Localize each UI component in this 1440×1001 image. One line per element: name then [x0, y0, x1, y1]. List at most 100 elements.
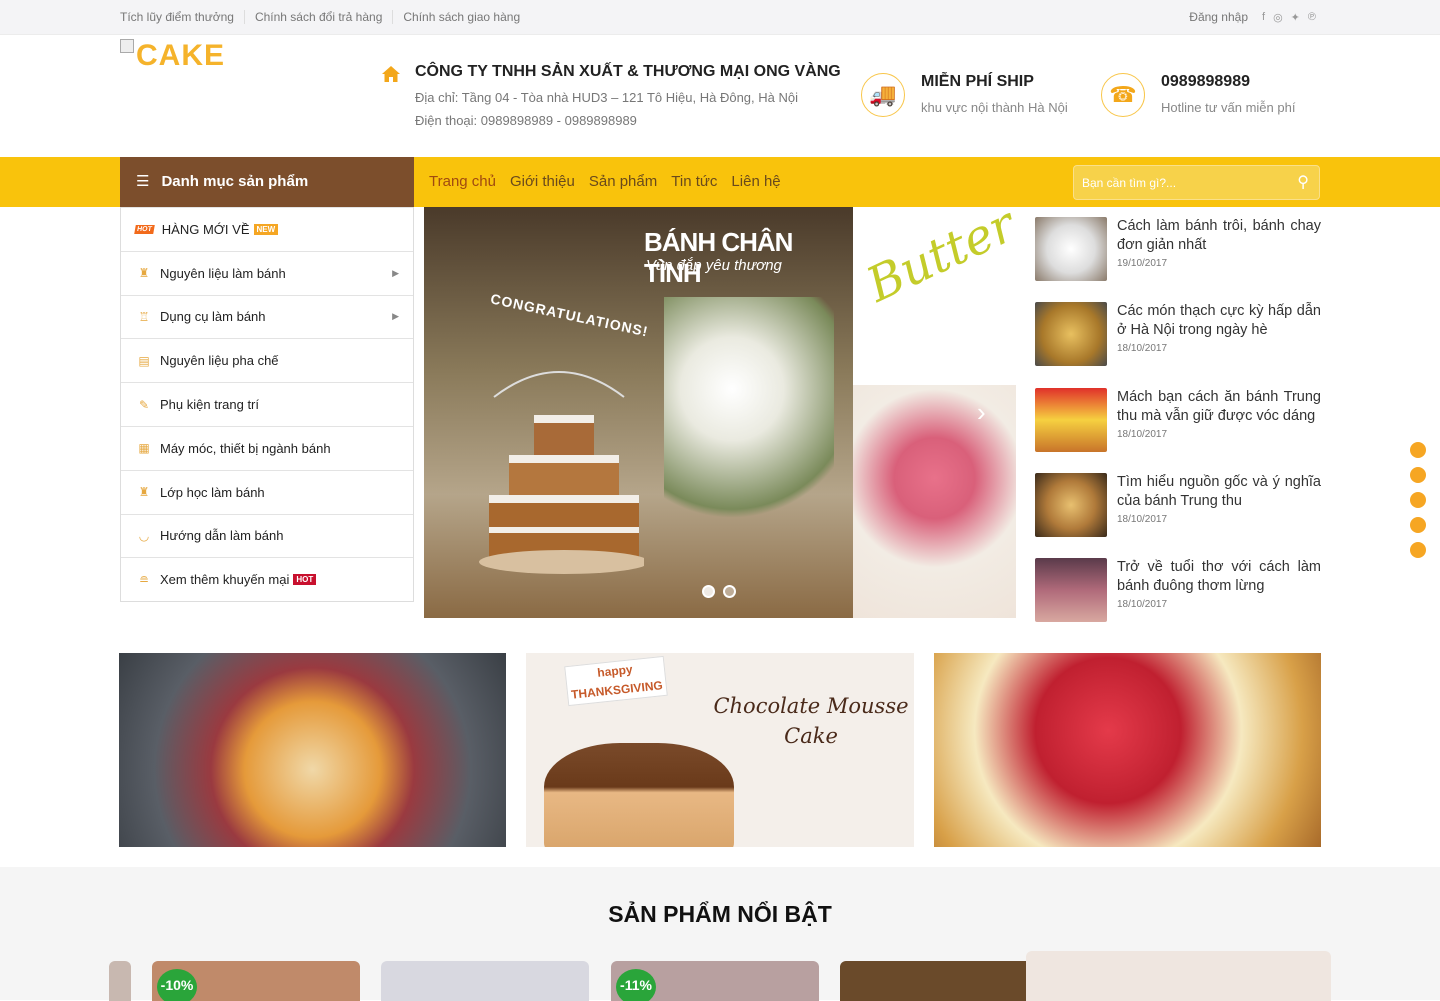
- twitter-icon[interactable]: ✦: [1291, 11, 1300, 24]
- category-item-new-arrivals[interactable]: HOT HÀNG MỚI VỀ NEW: [121, 207, 413, 251]
- category-item-machines[interactable]: ▦ Máy móc, thiết bị ngành bánh: [121, 425, 413, 470]
- news-title[interactable]: Cách làm bánh trôi, bánh chay đơn giản n…: [1117, 217, 1321, 255]
- hot-tag-icon: HOT: [134, 224, 155, 234]
- link-shipping-policy[interactable]: Chính sách giao hàng: [403, 10, 530, 24]
- thanksgiving-sign: happy THANKSGIVING: [564, 655, 668, 707]
- mousse-cake-image: [544, 743, 734, 847]
- product-card[interactable]: [840, 961, 1048, 1001]
- news-item[interactable]: Trở về tuổi thơ với cách làm bánh đuông …: [1035, 553, 1321, 623]
- news-thumbnail[interactable]: [1035, 473, 1107, 537]
- sale-badge: -10%: [157, 969, 197, 1001]
- hero-slider[interactable]: BÁNH CHÂN TÌNH Vun đắp yêu thương CONGRA…: [424, 207, 1016, 618]
- company-name: CÔNG TY TNHH SẢN XUẤT & THƯƠNG MẠI ONG V…: [415, 63, 841, 80]
- section-dot[interactable]: [1410, 442, 1426, 458]
- logo-text: CAKE: [136, 39, 226, 72]
- login-link[interactable]: Đăng nhập: [1189, 10, 1248, 24]
- news-title[interactable]: Tìm hiểu nguồn gốc và ý nghĩa của bánh T…: [1117, 473, 1321, 511]
- product-card-hover[interactable]: [1026, 951, 1331, 1001]
- section-dot[interactable]: [1410, 517, 1426, 533]
- site-header: CAKE CÔNG TY TNHH SẢN XUẤT & THƯƠNG MẠI …: [0, 35, 1440, 157]
- category-item-decorations[interactable]: ✎ Phụ kiện trang trí: [121, 382, 413, 426]
- product-card-partial[interactable]: [109, 961, 131, 1001]
- search-box: ⚲: [1073, 165, 1320, 200]
- category-menu-button[interactable]: ☰ Danh mục sản phẩm: [120, 157, 414, 207]
- banner-carrot-cake[interactable]: [119, 653, 506, 847]
- banner-title: Chocolate Mousse Cake: [713, 694, 909, 748]
- news-date: 18/10/2017: [1117, 514, 1168, 525]
- slide-subtitle: Vun đắp yêu thương: [646, 257, 782, 274]
- sale-badge: -11%: [616, 969, 656, 1001]
- home-icon: [382, 66, 400, 82]
- chevron-right-icon: ▶: [392, 267, 399, 278]
- news-title[interactable]: Các món thạch cực kỳ hấp dẫn ở Hà Nội tr…: [1117, 302, 1321, 340]
- search-icon[interactable]: ⚲: [1297, 172, 1309, 192]
- company-address: Địa chỉ: Tầng 04 - Tòa nhà HUD3 – 121 Tô…: [415, 90, 798, 105]
- product-card[interactable]: -11%: [611, 961, 819, 1001]
- nav-contact[interactable]: Liên hệ: [731, 173, 780, 190]
- category-label: Nguyên liệu làm bánh: [160, 265, 286, 281]
- hotline-number[interactable]: 0989898989: [1161, 73, 1250, 91]
- slider-dot-2[interactable]: [723, 585, 736, 598]
- news-title[interactable]: Mách bạn cách ăn bánh Trung thu mà vẫn g…: [1117, 388, 1321, 426]
- piping-bag-icon: ✎: [138, 397, 150, 412]
- section-dot[interactable]: [1410, 467, 1426, 483]
- category-item-drink-ingredients[interactable]: ▤ Nguyên liệu pha chế: [121, 338, 413, 382]
- category-item-tutorials[interactable]: ◡ Hướng dẫn làm bánh: [121, 513, 413, 558]
- mixer-icon: ♖: [138, 309, 150, 324]
- facebook-icon[interactable]: f: [1262, 11, 1265, 23]
- slider-dots: [702, 585, 736, 598]
- pinterest-icon[interactable]: ℗: [1308, 11, 1316, 23]
- news-title[interactable]: Trở về tuổi thơ với cách làm bánh đuông …: [1117, 558, 1321, 596]
- phone-icon: ☎: [1101, 73, 1145, 117]
- news-thumbnail[interactable]: [1035, 558, 1107, 622]
- category-menu-label: Danh mục sản phẩm: [161, 173, 309, 190]
- nav-news[interactable]: Tin tức: [671, 173, 717, 190]
- news-thumbnail[interactable]: [1035, 302, 1107, 366]
- category-item-baking-tools[interactable]: ♖ Dụng cụ làm bánh ▶: [121, 294, 413, 339]
- company-phone: Điện thoại: 0989898989 - 0989898989: [415, 113, 637, 128]
- news-thumbnail[interactable]: [1035, 217, 1107, 281]
- link-return-policy[interactable]: Chính sách đổi trả hàng: [255, 10, 394, 24]
- flower-vase-image: [664, 297, 834, 527]
- cake-icon: ≘: [138, 572, 150, 587]
- new-badge: NEW: [253, 223, 279, 235]
- link-reward-points[interactable]: Tích lũy điểm thưởng: [120, 10, 245, 24]
- slider-dot-1[interactable]: [702, 585, 715, 598]
- feature-title: MIỄN PHÍ SHIP: [921, 73, 1034, 90]
- product-card[interactable]: -10%: [152, 961, 360, 1001]
- slide-butter-preview: Butter: [853, 207, 1016, 385]
- section-dot[interactable]: [1410, 542, 1426, 558]
- category-item-promotions[interactable]: ≘ Xem thêm khuyến mại HOT: [121, 557, 413, 601]
- news-item[interactable]: Các món thạch cực kỳ hấp dẫn ở Hà Nội tr…: [1035, 297, 1321, 367]
- logo[interactable]: CAKE: [120, 39, 225, 73]
- nav-about[interactable]: Giới thiệu: [510, 173, 575, 190]
- feature-desc: khu vực nội thành Hà Nội: [921, 100, 1068, 115]
- nav-products[interactable]: Sản phẩm: [589, 173, 657, 190]
- news-date: 18/10/2017: [1117, 599, 1168, 610]
- news-thumbnail[interactable]: [1035, 388, 1107, 452]
- category-label: Lớp học làm bánh: [160, 484, 265, 500]
- nav-home[interactable]: Trang chủ: [429, 173, 496, 190]
- section-dot[interactable]: [1410, 492, 1426, 508]
- top-links: Tích lũy điểm thưởng Chính sách đổi trả …: [120, 10, 540, 24]
- category-label: Xem thêm khuyến mại: [160, 572, 290, 588]
- category-item-classes[interactable]: ♜ Lớp học làm bánh: [121, 469, 413, 514]
- news-item[interactable]: Tìm hiểu nguồn gốc và ý nghĩa của bánh T…: [1035, 468, 1321, 538]
- main-menu: Trang chủ Giới thiệu Sản phẩm Tin tức Li…: [429, 173, 781, 190]
- product-card[interactable]: [381, 961, 589, 1001]
- slider-next-arrow[interactable]: ›: [977, 397, 986, 428]
- bowl-icon: ◡: [138, 528, 150, 543]
- news-date: 18/10/2017: [1117, 429, 1168, 440]
- news-item[interactable]: Mách bạn cách ăn bánh Trung thu mà vẫn g…: [1035, 383, 1321, 453]
- search-input[interactable]: [1074, 166, 1274, 199]
- category-item-baking-ingredients[interactable]: ♜ Nguyên liệu làm bánh ▶: [121, 250, 413, 295]
- news-item[interactable]: Cách làm bánh trôi, bánh chay đơn giản n…: [1035, 212, 1321, 282]
- instagram-icon[interactable]: ◎: [1273, 11, 1283, 24]
- top-bar: Tích lũy điểm thưởng Chính sách đổi trả …: [0, 0, 1440, 35]
- butter-text: Butter: [858, 207, 1016, 314]
- banner-chocolate-mousse[interactable]: happy THANKSGIVING Chocolate Mousse Cake: [526, 653, 914, 847]
- cupcake-icon: ♜: [138, 485, 150, 500]
- featured-products-section: SẢN PHẨM NỔI BẬT -10% -11%: [0, 867, 1440, 1001]
- category-label: Nguyên liệu pha chế: [160, 353, 279, 369]
- banner-raspberry-tart[interactable]: [934, 653, 1321, 847]
